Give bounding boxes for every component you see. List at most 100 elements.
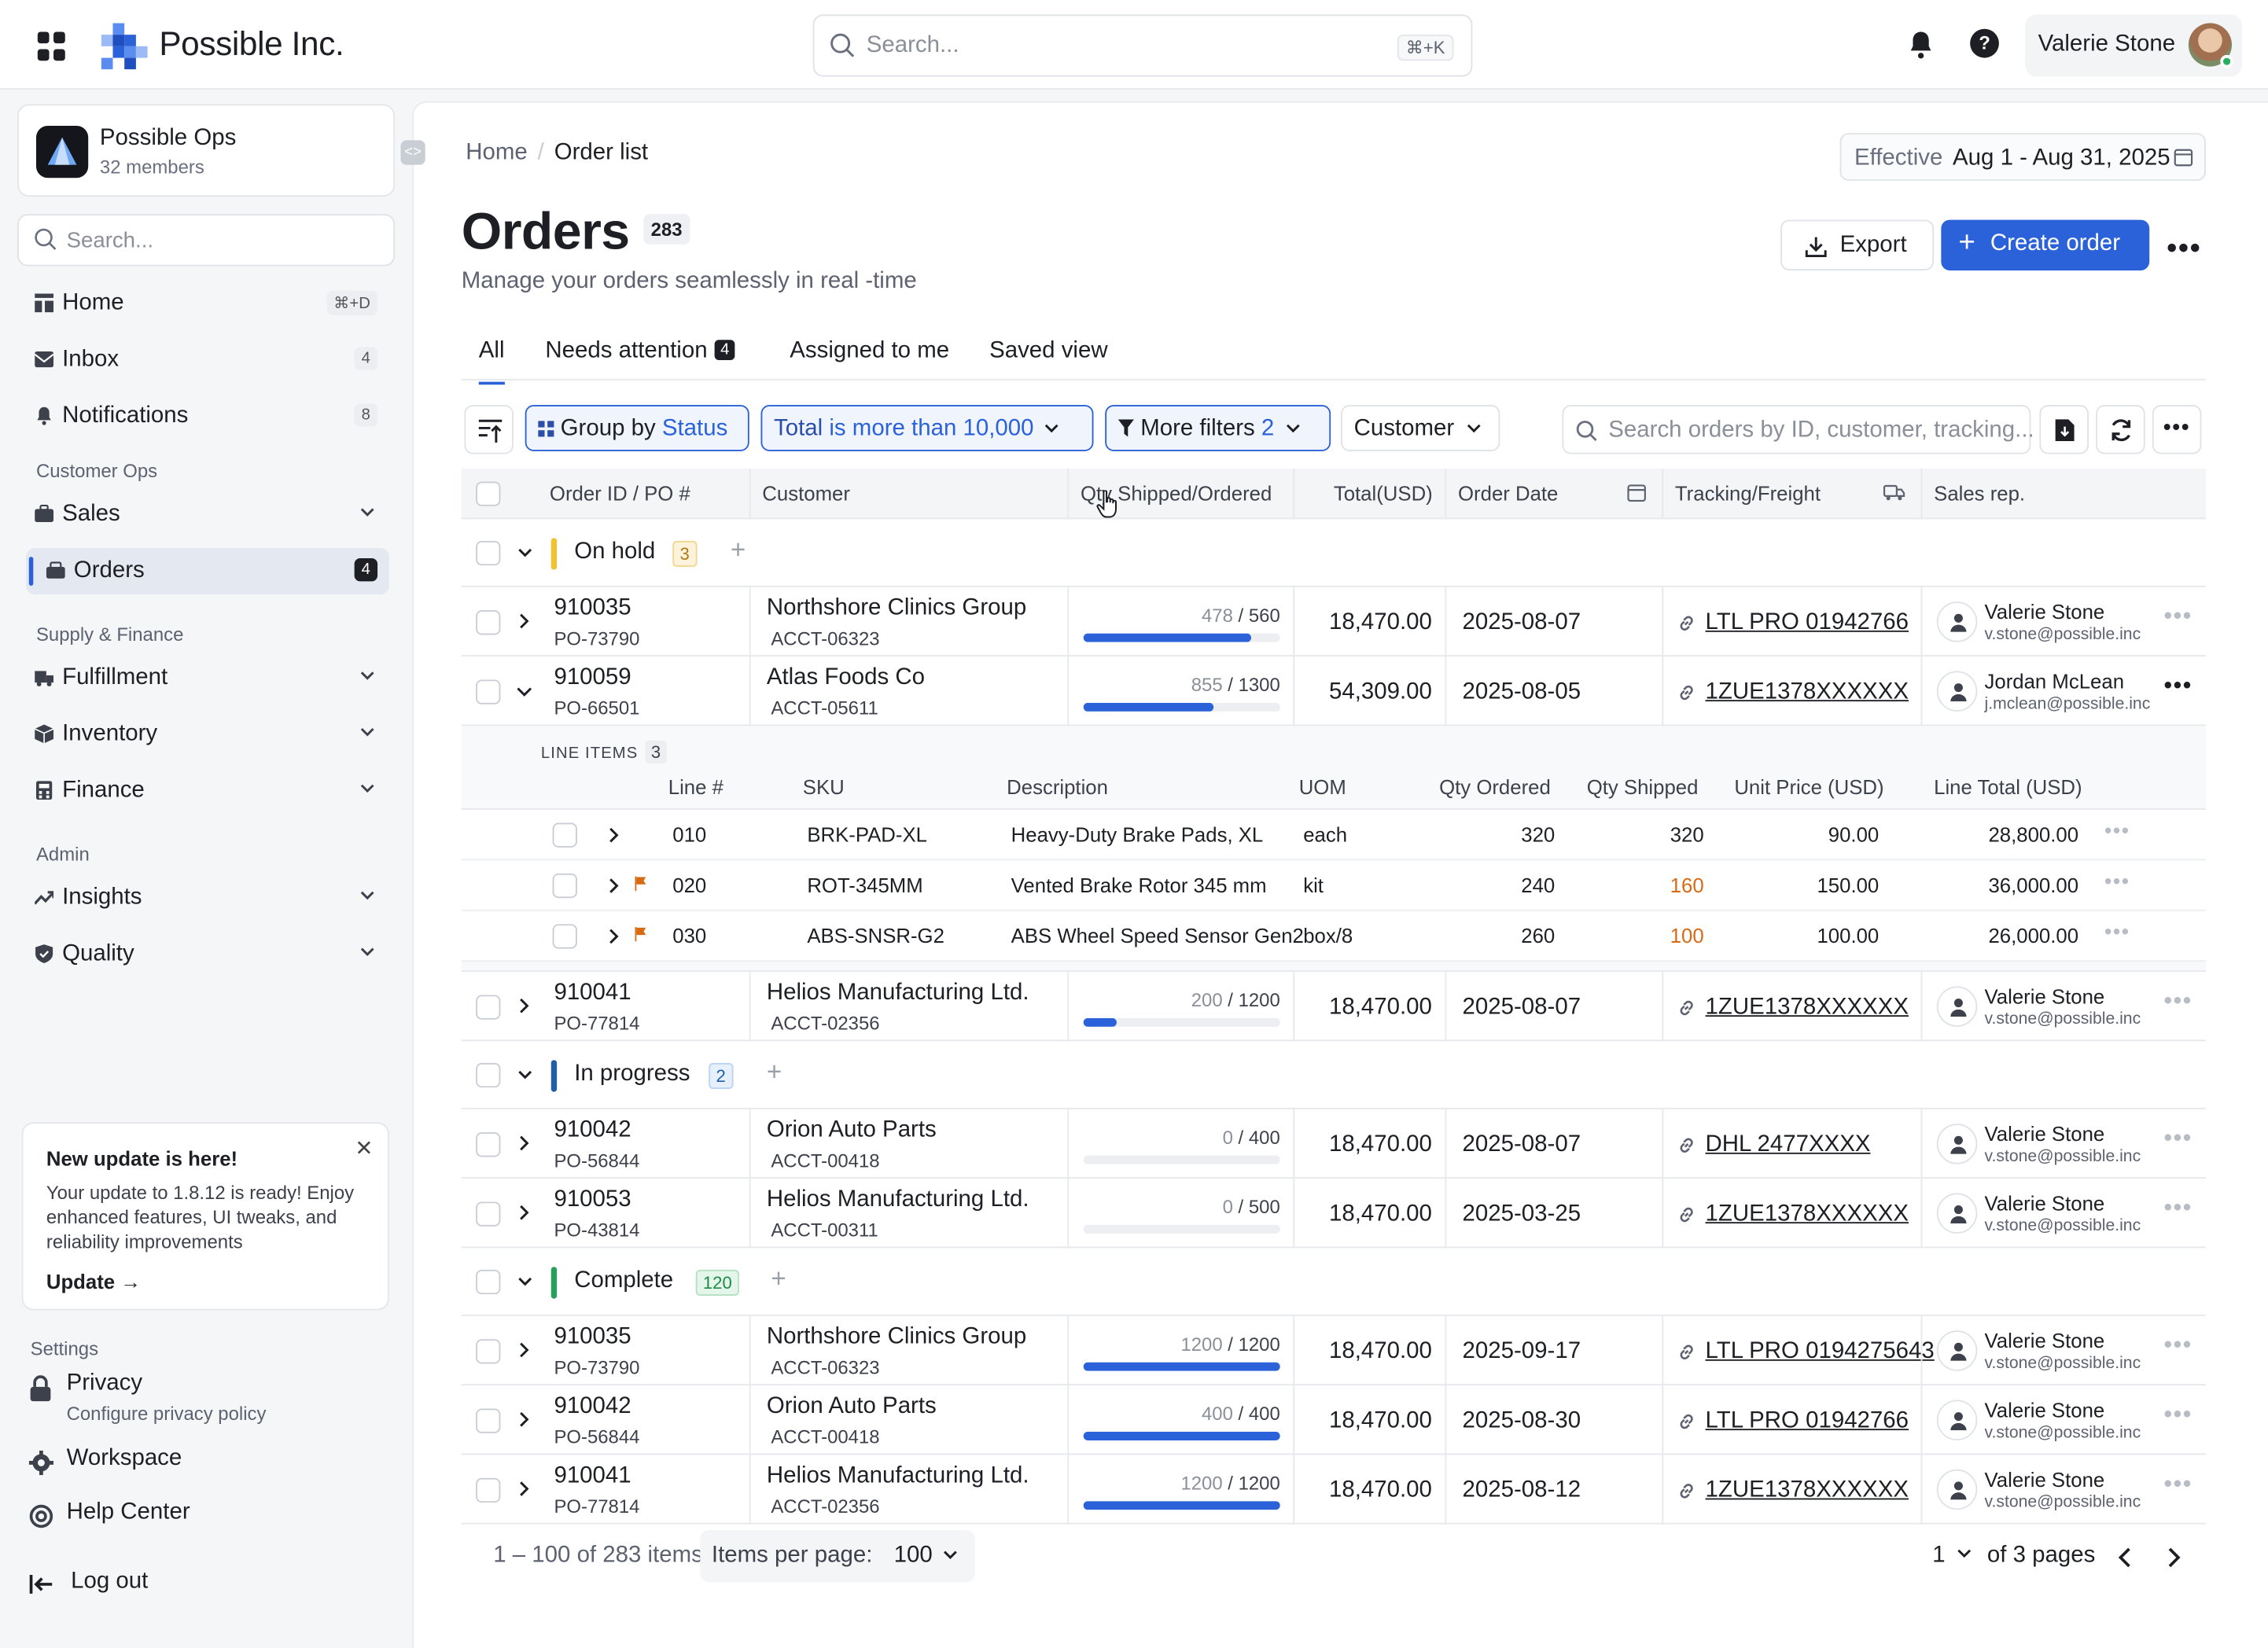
row-more-icon[interactable]: ••• bbox=[2164, 1196, 2193, 1222]
table-row[interactable]: 910035 PO-73790 Northshore Clinics Group AC… bbox=[461, 587, 2206, 657]
chevron-right-icon[interactable] bbox=[519, 1205, 529, 1220]
tracking-link[interactable]: 1ZUE1378XXXXXX bbox=[1706, 1201, 1909, 1227]
line-item-checkbox[interactable] bbox=[552, 924, 577, 949]
add-icon[interactable]: + bbox=[767, 1058, 782, 1088]
order-id[interactable]: 910053 bbox=[554, 1187, 631, 1213]
breadcrumb-home[interactable]: Home bbox=[466, 140, 528, 164]
add-icon[interactable]: + bbox=[771, 1264, 786, 1295]
order-id[interactable]: 910042 bbox=[554, 1394, 631, 1420]
chevron-down-icon[interactable] bbox=[517, 1070, 532, 1080]
tracking-link[interactable]: DHL 2477XXXX bbox=[1706, 1132, 1871, 1158]
sidebar-item-inventory[interactable]: Inventory bbox=[26, 712, 389, 758]
row-checkbox[interactable] bbox=[476, 1408, 501, 1433]
chevron-right-icon[interactable] bbox=[519, 1135, 529, 1151]
more-filters-chip[interactable]: More filters 2 bbox=[1105, 405, 1331, 451]
chevron-right-icon[interactable] bbox=[519, 998, 529, 1013]
column-sales-rep[interactable]: Sales rep. bbox=[1934, 481, 2025, 504]
tracking-link[interactable]: 1ZUE1378XXXXXX bbox=[1706, 1478, 1909, 1504]
order-id[interactable]: 910035 bbox=[554, 1325, 631, 1351]
sidebar-item-finance[interactable]: Finance bbox=[26, 768, 389, 815]
column-customer[interactable]: Customer bbox=[762, 481, 850, 504]
chevron-down-icon[interactable] bbox=[517, 548, 532, 558]
sidebar-item-quality[interactable]: Quality bbox=[26, 932, 389, 978]
sidebar-collapse-icon[interactable]: <> bbox=[400, 140, 425, 165]
order-id[interactable]: 910041 bbox=[554, 1463, 631, 1489]
group-checkbox[interactable] bbox=[476, 1062, 501, 1088]
tracking-link[interactable]: LTL PRO 01942766 bbox=[1706, 1408, 1909, 1434]
column-order-id[interactable]: Order ID / PO # bbox=[550, 481, 690, 504]
row-checkbox[interactable] bbox=[476, 679, 501, 704]
download-file-button[interactable] bbox=[2039, 405, 2089, 454]
row-checkbox[interactable] bbox=[476, 1132, 501, 1157]
sidebar-search-input[interactable]: Search... bbox=[17, 214, 396, 267]
sidebar-item-home[interactable]: Home ⌘+D bbox=[26, 281, 389, 327]
total-filter-chip[interactable]: Total is more than 10,000 bbox=[760, 405, 1094, 451]
line-item-row[interactable]: 010 BRK-PAD-XL Heavy-Duty Brake Pads, XL ea… bbox=[461, 810, 2206, 861]
row-more-icon[interactable]: ••• bbox=[2164, 1403, 2193, 1429]
group-checkbox[interactable] bbox=[476, 1269, 501, 1295]
table-row[interactable]: 910042 PO-56844 Orion Auto Parts ACCT-00418… bbox=[461, 1109, 2206, 1179]
chevron-right-icon[interactable] bbox=[519, 613, 529, 629]
tracking-link[interactable]: 1ZUE1378XXXXXX bbox=[1706, 679, 1909, 705]
create-order-button[interactable]: + Create order bbox=[1941, 219, 2150, 270]
export-button[interactable]: Export bbox=[1780, 219, 1935, 270]
help-icon[interactable]: ? bbox=[1970, 28, 1999, 58]
line-item-more-icon[interactable]: ••• bbox=[2104, 818, 2130, 841]
row-checkbox[interactable] bbox=[476, 1477, 501, 1503]
tracking-link[interactable]: 1ZUE1378XXXXXX bbox=[1706, 995, 1909, 1021]
table-row[interactable]: 910042 PO-56844 Orion Auto Parts ACCT-00418… bbox=[461, 1385, 2206, 1455]
order-id[interactable]: 910059 bbox=[554, 665, 631, 691]
tracking-link[interactable]: LTL PRO 01942766 bbox=[1706, 610, 1909, 636]
sidebar-item-orders[interactable]: Orders 4 bbox=[26, 548, 389, 594]
app-grid-icon[interactable] bbox=[37, 31, 67, 61]
sidebar-item-inbox[interactable]: Inbox 4 bbox=[26, 337, 389, 384]
table-options-icon[interactable]: ••• bbox=[2152, 405, 2202, 454]
chevron-right-icon[interactable] bbox=[609, 929, 619, 944]
row-more-icon[interactable]: ••• bbox=[2164, 1472, 2193, 1498]
column-order-date[interactable]: Order Date bbox=[1458, 481, 1558, 504]
page-selector[interactable]: 1 of 3 pages bbox=[1932, 1543, 2095, 1569]
select-all-checkbox[interactable] bbox=[476, 481, 501, 506]
tab-assigned-to-me[interactable]: Assigned to me bbox=[790, 338, 949, 364]
workspace-switcher[interactable]: Possible Ops 32 members bbox=[17, 104, 396, 197]
order-id[interactable]: 910035 bbox=[554, 596, 631, 622]
more-options-icon[interactable]: ••• bbox=[2167, 233, 2201, 266]
sidebar-item-insights[interactable]: Insights bbox=[26, 875, 389, 921]
chevron-right-icon[interactable] bbox=[609, 827, 619, 843]
table-row[interactable]: 910041 PO-77814 Helios Manufacturing Ltd. A… bbox=[461, 1455, 2206, 1525]
user-menu[interactable]: Valerie Stone bbox=[2025, 14, 2242, 77]
chevron-right-icon[interactable] bbox=[609, 877, 619, 893]
row-checkbox[interactable] bbox=[476, 995, 501, 1020]
orders-search-input[interactable]: Search orders by ID, customer, tracking.… bbox=[1562, 405, 2034, 454]
row-checkbox[interactable] bbox=[476, 1339, 501, 1364]
customer-filter-chip[interactable]: Customer bbox=[1341, 405, 1500, 451]
refresh-button[interactable] bbox=[2096, 405, 2145, 454]
row-checkbox[interactable] bbox=[476, 1201, 501, 1227]
tracking-link[interactable]: LTL PRO 0194275643 bbox=[1706, 1339, 1935, 1365]
tab-saved-view[interactable]: Saved view bbox=[989, 338, 1108, 364]
effective-date-picker[interactable]: Effective Aug 1 - Aug 31, 2025 bbox=[1839, 133, 2206, 181]
tab-all[interactable]: All bbox=[478, 338, 505, 385]
row-more-icon[interactable]: ••• bbox=[2164, 605, 2193, 631]
bell-icon[interactable] bbox=[1906, 29, 1935, 61]
sort-button[interactable] bbox=[464, 405, 514, 454]
items-per-page-select[interactable]: Items per page: 100 bbox=[700, 1529, 975, 1583]
row-more-icon[interactable]: ••• bbox=[2164, 1127, 2193, 1153]
row-checkbox[interactable] bbox=[476, 610, 501, 635]
close-icon[interactable]: ✕ bbox=[355, 1135, 373, 1161]
chevron-down-icon[interactable] bbox=[517, 687, 532, 697]
chevron-right-icon[interactable] bbox=[519, 1481, 529, 1496]
table-row[interactable]: 910053 PO-43814 Helios Manufacturing Ltd. A… bbox=[461, 1179, 2206, 1249]
line-item-more-icon[interactable]: ••• bbox=[2104, 920, 2130, 943]
line-item-row[interactable]: 020 ROT-345MM Vented Brake Rotor 345 mm kit… bbox=[461, 860, 2206, 911]
global-search-input[interactable]: Search... ⌘+K bbox=[812, 14, 1473, 77]
row-more-icon[interactable]: ••• bbox=[2164, 1333, 2193, 1359]
line-item-checkbox[interactable] bbox=[552, 873, 577, 899]
table-row[interactable]: 910041 PO-77814 Helios Manufacturing Ltd. A… bbox=[461, 972, 2206, 1042]
group-checkbox[interactable] bbox=[476, 540, 501, 566]
line-item-row[interactable]: 030 ABS-SNSR-G2 ABS Wheel Speed Sensor Gen… bbox=[461, 910, 2206, 962]
add-icon[interactable]: + bbox=[731, 535, 746, 566]
sidebar-item-notifications[interactable]: Notifications 8 bbox=[26, 393, 389, 440]
chevron-right-icon[interactable] bbox=[519, 1411, 529, 1427]
table-row[interactable]: 910059 PO-66501 Atlas Foods Co ACCT-05611 85… bbox=[461, 657, 2206, 727]
